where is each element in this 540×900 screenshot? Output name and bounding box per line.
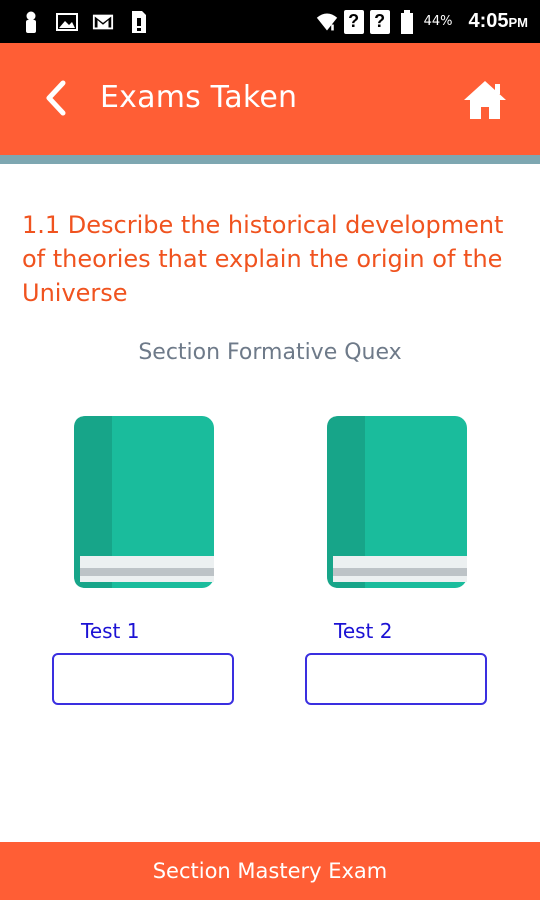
clock: 4:05PM [468, 10, 528, 33]
test-2-book[interactable] [327, 416, 467, 588]
page-title: Exams Taken [100, 80, 298, 115]
book-icon [327, 416, 467, 592]
back-button[interactable] [36, 80, 76, 120]
gallery-icon [56, 11, 78, 33]
book-icon [74, 416, 214, 592]
battery-percent: 44% [423, 14, 453, 29]
status-bar: ? ? 44% 4:05PM [0, 0, 540, 43]
network-status-2: ? [369, 9, 390, 34]
gmail-icon [92, 11, 114, 33]
objective-title: 1.1 Describe the historical development … [22, 211, 504, 307]
wifi-icon [316, 11, 338, 33]
test-2-score-box[interactable] [305, 653, 487, 705]
test-1-score-box[interactable] [52, 653, 234, 705]
test-1-book[interactable] [74, 416, 214, 588]
header-divider [0, 155, 540, 164]
section-label: Section Formative Quex [138, 340, 402, 365]
chevron-left-icon [43, 80, 69, 120]
home-icon [462, 81, 508, 126]
clock-time: 4:05 [468, 10, 509, 32]
person-icon [20, 11, 42, 33]
home-button[interactable] [462, 78, 508, 122]
network-status-1: ? [343, 9, 364, 34]
sim-icon [128, 10, 150, 33]
battery-icon [396, 9, 418, 34]
section-mastery-exam-button[interactable]: Section Mastery Exam [0, 842, 540, 900]
test-1-label: Test 1 [81, 619, 140, 643]
clock-ampm: PM [508, 15, 529, 30]
test-2-label: Test 2 [334, 619, 393, 643]
